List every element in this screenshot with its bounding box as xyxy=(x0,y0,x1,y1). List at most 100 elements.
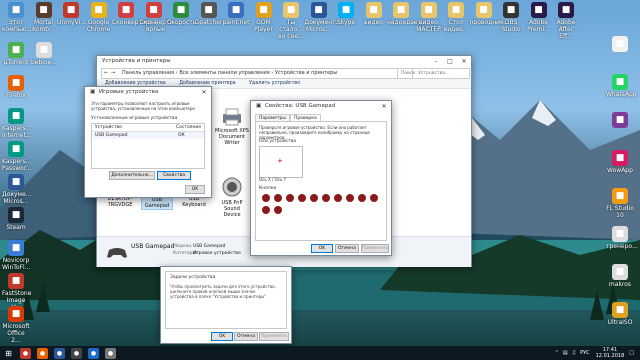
desktop-shortcut-label: FL Studio 10 xyxy=(606,205,634,219)
tab-settings[interactable]: Параметры xyxy=(255,114,290,121)
desktop-shortcut-label: Google Chrome xyxy=(86,19,111,33)
gamepad-button-indicator xyxy=(310,194,318,202)
desktop-shortcut-label: OBS Studio xyxy=(501,19,521,33)
desktop-shortcut-label: Стол видео... xyxy=(443,19,469,33)
desktop-shortcut[interactable]: ■ xyxy=(606,36,634,53)
gc-device-row[interactable]: USB Gamepad ОК xyxy=(92,132,204,139)
props-ok-button[interactable]: OK xyxy=(311,244,333,253)
gc-titlebar: ▣ Игровые устройства ✕ xyxy=(85,87,211,98)
tasks-cancel-button[interactable]: Отмена xyxy=(234,332,258,341)
desktop-shortcut[interactable]: ■ Kaspers... Internet... xyxy=(2,108,32,139)
language-indicator[interactable]: РУС xyxy=(580,350,590,356)
desktop-shortcut[interactable]: ■ xyxy=(606,112,634,129)
desktop-shortcut[interactable]: ■ Adobe After Eff... xyxy=(552,2,580,40)
device-label: USB PnP Sound Device xyxy=(221,200,243,218)
desktop-shortcut-label: Adobe Premi... xyxy=(527,19,550,33)
ultraiso-icon: ■ xyxy=(612,302,628,318)
shortcut-icon: ■ xyxy=(145,2,162,18)
desktop-shortcut[interactable]: ■ UnmyVi... xyxy=(57,2,86,26)
desktop-shortcut[interactable]: ■ WowApp xyxy=(606,150,634,174)
remove-device-button[interactable]: Удалить устройство xyxy=(249,81,300,86)
start-button[interactable]: ⊞ xyxy=(3,348,14,359)
gc-properties-button[interactable]: Свойства xyxy=(157,171,191,180)
details-device-name: USB Gamepad xyxy=(131,243,175,250)
desktop-shortcut[interactable]: ■ видео МАСТЕР xyxy=(415,2,443,33)
device-printer[interactable]: Microsoft XPS Document Writer xyxy=(215,108,249,146)
desktop-shortcut[interactable]: ■ Ты стало... во сне... xyxy=(277,2,305,40)
desktop-shortcut[interactable]: ■ Докуме... Micros... xyxy=(2,174,31,205)
desktop-shortcut[interactable]: ■ проводник... xyxy=(470,2,509,26)
gc-ok-button[interactable]: OK xyxy=(185,185,205,194)
desktop-shortcut[interactable]: ■ WhatsApp xyxy=(606,74,637,98)
taskbar-app-icon[interactable]: ● xyxy=(37,347,48,359)
close-button[interactable]: ✕ xyxy=(197,87,211,98)
desktop-shortcut[interactable]: ■ видео xyxy=(360,2,388,26)
taskbar-app-icon[interactable]: ● xyxy=(71,347,82,359)
gc-advanced-button[interactable]: Дополнительно... xyxy=(109,171,155,180)
gamepad-button-indicator xyxy=(322,194,330,202)
desktop-shortcut[interactable]: ■ Этот компью... xyxy=(2,2,32,33)
breadcrumb-devices[interactable]: Устройства и принтеры xyxy=(275,70,337,76)
desktop-shortcut[interactable]: ■ Novicorp WinToFl... xyxy=(2,240,30,271)
tray-up-icon[interactable]: ⌃ xyxy=(555,350,559,356)
printer-icon xyxy=(223,108,241,126)
desktop-shortcut[interactable]: ■ OBS Studio xyxy=(497,2,525,33)
network-icon[interactable]: ▤ xyxy=(563,350,568,356)
desktop-shortcut[interactable]: ■ Сконверти... - ярлык xyxy=(140,2,179,33)
desktop-shortcut[interactable]: ■ Mortal Komb... xyxy=(30,2,58,33)
video-icon: ■ xyxy=(63,2,79,18)
utorrent-icon: ■ xyxy=(8,42,24,58)
desktop-shortcut[interactable]: ■ Skype xyxy=(332,2,360,26)
desktop-shortcut[interactable]: ■ тренеро... xyxy=(606,226,638,250)
desktop-shortcut[interactable]: ■ UltraISO xyxy=(606,302,634,326)
clock[interactable]: 17:41 12.01.2018 xyxy=(596,347,625,359)
kaspersky-icon: ■ xyxy=(8,141,24,157)
desktop-shortcut[interactable]: ■ Google Chrome xyxy=(85,2,113,33)
taskbar-app-icon[interactable]: ● xyxy=(105,347,116,359)
desktop-shortcut[interactable]: ■ µTorrent xyxy=(2,42,30,66)
gc-list-header: Устройство Состояние xyxy=(92,124,204,132)
gc-col-device[interactable]: Устройство xyxy=(95,124,122,131)
taskbar-app-icon[interactable]: ● xyxy=(88,347,99,359)
taskbar-app-icon[interactable]: ● xyxy=(54,347,65,359)
breadcrumb-control-panel[interactable]: Панель управления xyxy=(122,70,174,76)
search-input[interactable]: Поиск: Устройства... xyxy=(397,68,470,79)
props-cancel-button[interactable]: Отмена xyxy=(335,244,359,253)
taskbar-app-icon[interactable]: ● xyxy=(20,347,31,359)
tasks-apply-button[interactable]: Применить xyxy=(259,332,289,341)
maximize-button[interactable]: □ xyxy=(443,56,457,67)
desktop-shortcut[interactable]: ■ Adobe Premi... xyxy=(525,2,553,33)
desktop-shortcut[interactable]: ■ Документ... Micros... xyxy=(305,2,341,33)
desktop-shortcut[interactable]: ■ Firefox xyxy=(2,75,30,99)
desktop-shortcut[interactable]: ■ makros xyxy=(606,264,634,288)
desktop-shortcut[interactable]: ■ Скорость ... xyxy=(167,2,196,33)
desktop-shortcut[interactable]: ■ bebloe... xyxy=(30,42,58,66)
devices-titlebar: Устройства и принтеры – □ ✕ xyxy=(97,56,471,67)
desktop-shortcut[interactable]: ■ Microsoft Office 2... xyxy=(2,306,30,344)
desktop-shortcut[interactable]: ■ надоедает... xyxy=(387,2,427,26)
back-icon[interactable]: ← xyxy=(104,69,108,78)
props-hint: Проверьте игровое устройство. Если оно р… xyxy=(259,125,370,140)
word-icon: ■ xyxy=(8,174,24,190)
minimize-button[interactable]: – xyxy=(429,56,443,67)
tasks-ok-button[interactable]: OK xyxy=(211,332,233,341)
gc-col-status[interactable]: Состояние xyxy=(176,124,201,131)
desktop-shortcut[interactable]: ■ Стол видео... xyxy=(442,2,470,33)
close-button[interactable]: ✕ xyxy=(457,56,471,67)
desktop-shortcut[interactable]: ■ GOM Player xyxy=(250,2,278,33)
props-apply-button[interactable]: Применить xyxy=(361,244,389,253)
notifications-icon[interactable]: □ xyxy=(629,350,634,356)
tab-test[interactable]: Проверка xyxy=(289,114,321,121)
volume-icon[interactable]: ♫ xyxy=(572,350,576,356)
breadcrumb-all-items[interactable]: Все элементы панели управления xyxy=(179,70,269,76)
desktop-shortcut[interactable]: ■ Сконвертир... xyxy=(112,2,155,26)
close-button[interactable]: ✕ xyxy=(377,101,391,112)
desktop-shortcut[interactable]: ■ paint.net xyxy=(222,2,250,26)
device-speaker[interactable]: USB PnP Sound Device xyxy=(215,176,249,218)
forward-icon[interactable]: → xyxy=(111,69,115,78)
desktop-shortcut[interactable]: ■ Kaspers... Passwor... xyxy=(2,141,32,172)
desktop-shortcut[interactable]: ■ Gpatcher xyxy=(195,2,223,26)
desktop-shortcut[interactable]: ■ FL Studio 10 xyxy=(606,188,634,219)
gom-icon: ■ xyxy=(255,2,272,18)
desktop-shortcut[interactable]: ■ Steam xyxy=(2,207,30,231)
